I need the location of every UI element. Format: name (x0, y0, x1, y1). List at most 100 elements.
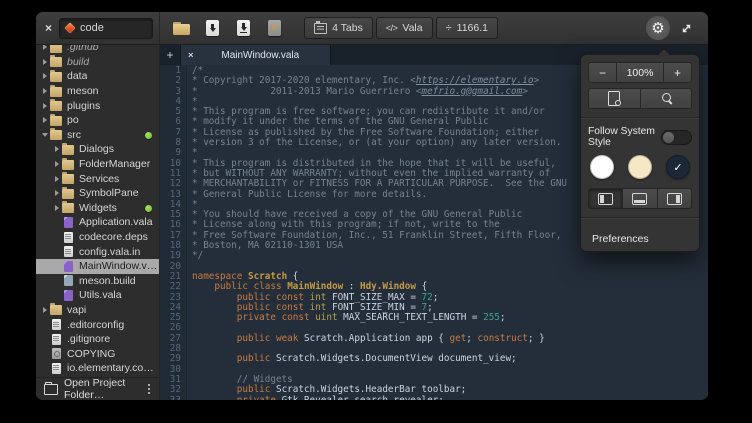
open-file-button[interactable] (168, 15, 195, 41)
sidebar-menu-button[interactable] (142, 382, 156, 395)
popover-separator (581, 117, 699, 119)
settings-menu-button[interactable]: ⚙ (646, 16, 670, 40)
style-sepia-circle[interactable] (628, 155, 652, 179)
style-dark-circle[interactable]: ✓ (666, 155, 690, 179)
tree-item-FolderManager[interactable]: FolderManager (36, 157, 159, 172)
tree-item-MainWindow.vala[interactable]: MainWindow.vala (36, 259, 159, 274)
line-column-button[interactable]: ÷ 1166.1 (436, 17, 498, 39)
expander-icon[interactable] (52, 176, 62, 182)
fullscreen-button[interactable] (674, 16, 698, 40)
code-line[interactable]: */ (192, 251, 708, 261)
layout-panel-bottom-button[interactable] (623, 188, 657, 209)
tree-item-Dialogs[interactable]: Dialogs (36, 142, 159, 157)
project-diamond-icon (64, 22, 75, 33)
tree-item-label: MainWindow.vala (79, 260, 159, 272)
revert-button[interactable]: ↩ (261, 15, 288, 41)
expander-icon[interactable] (40, 73, 50, 79)
follow-system-toggle[interactable] (661, 130, 692, 145)
tree-item-codecore.deps[interactable]: codecore.deps (36, 230, 159, 245)
expander-icon[interactable] (40, 45, 50, 50)
expander-icon[interactable] (40, 88, 50, 94)
tree-item-label: src (67, 129, 81, 141)
tree-item-data[interactable]: data (36, 69, 159, 84)
save-icon (206, 20, 219, 36)
toggle-knob (663, 132, 674, 143)
tree-item-Services[interactable]: Services (36, 171, 159, 186)
tree-item-Utils.vala[interactable]: Utils.vala (36, 288, 159, 303)
style-light-circle[interactable] (590, 155, 614, 179)
zoom-in-button[interactable]: + (663, 62, 692, 83)
tree-item-io.elementary.code.yml[interactable]: io.elementary.code.yml (36, 361, 159, 376)
tree-item-COPYING[interactable]: COPYING (36, 346, 159, 361)
open-project-folder-button[interactable]: Open Project Folder… (64, 377, 136, 400)
expander-icon[interactable] (52, 161, 62, 167)
expander-icon[interactable] (40, 117, 50, 123)
sidebar-bottom-bar: Open Project Folder… (36, 377, 159, 400)
expander-icon[interactable] (40, 103, 50, 109)
tree-item-label: meson.build (79, 275, 136, 287)
preferences-menu-item[interactable]: Preferences (581, 226, 699, 251)
window-close-button[interactable]: × (45, 22, 52, 34)
tree-item-vapi[interactable]: vapi (36, 303, 159, 318)
save-as-button[interactable] (230, 15, 257, 41)
code-line[interactable]: private Gtk.Revealer search_revealer; (192, 396, 708, 401)
tree-item-.github[interactable]: .github (36, 45, 159, 55)
zoom-level-button[interactable]: 100% (617, 62, 663, 83)
tree-item-label: .github (67, 45, 99, 53)
expander-icon[interactable] (52, 205, 62, 211)
tree-item-label: FolderManager (79, 158, 150, 170)
zoom-controls: − 100% + (588, 62, 692, 83)
folder-icon (50, 116, 62, 126)
expander-icon[interactable] (40, 307, 50, 313)
text-file-icon (52, 319, 61, 330)
tab-mainwindow-vala[interactable]: × MainWindow.vala (181, 45, 331, 65)
expander-icon[interactable] (40, 133, 50, 137)
style-switcher: ✓ (588, 155, 692, 179)
code-line[interactable]: public Scratch.Widgets.DocumentView docu… (192, 354, 708, 364)
tab-close-icon[interactable]: × (188, 50, 194, 61)
tree-item-Widgets[interactable]: Widgets (36, 201, 159, 216)
find-replace-button[interactable] (588, 88, 640, 109)
language-button-label: Vala (402, 22, 422, 34)
tree-item-SymbolPane[interactable]: SymbolPane (36, 186, 159, 201)
tree-item-label: config.vala.in (79, 246, 140, 258)
folder-icon (50, 87, 62, 97)
code-line[interactable]: public weak Scratch.Application app { ge… (192, 334, 708, 344)
tree-item-po[interactable]: po (36, 113, 159, 128)
tree-item-plugins[interactable]: plugins (36, 98, 159, 113)
expander-icon[interactable] (52, 190, 62, 196)
tabs-button-label: 4 Tabs (332, 22, 363, 34)
tree-item-label: meson (67, 85, 99, 97)
file-tree: .github builddatamesonpluginsposrcDialogs… (36, 45, 159, 377)
line-position-icon: ÷ (446, 23, 452, 34)
app-window: × code ↩ 4 Tabs (36, 12, 708, 400)
tree-item-config.vala.in[interactable]: config.vala.in (36, 244, 159, 259)
layout-sidebar-right-button[interactable] (658, 188, 692, 209)
tabs-overview-button[interactable]: 4 Tabs (304, 17, 373, 39)
tree-item-.gitignore[interactable]: .gitignore (36, 332, 159, 347)
vala-file-icon (64, 217, 73, 228)
tree-item-label: COPYING (67, 348, 115, 360)
save-button[interactable] (199, 15, 226, 41)
new-tab-button[interactable]: + (160, 45, 181, 65)
layout-sidebar-left-button[interactable] (588, 188, 623, 209)
tree-item-Application.vala[interactable]: Application.vala (36, 215, 159, 230)
editor-status-buttons: 4 Tabs </> Vala ÷ 1166.1 (304, 17, 498, 39)
zoom-out-button[interactable]: − (588, 62, 617, 83)
tree-item-src[interactable]: src (36, 128, 159, 143)
project-chip[interactable]: code (59, 18, 153, 39)
folder-icon (50, 101, 62, 111)
copying-file-icon (52, 348, 61, 359)
tree-item-meson[interactable]: meson (36, 84, 159, 99)
tree-item-.editorconfig[interactable]: .editorconfig (36, 317, 159, 332)
expander-icon[interactable] (52, 146, 62, 152)
tree-item-label: Services (79, 173, 119, 185)
language-button[interactable]: </> Vala (376, 17, 433, 39)
find-button[interactable] (640, 88, 693, 109)
folder-icon (50, 57, 62, 67)
tree-item-meson.build[interactable]: meson.build (36, 274, 159, 289)
tree-item-build[interactable]: build (36, 55, 159, 70)
project-chip-label: code (80, 22, 104, 34)
code-line[interactable]: private const uint MAX_SEARCH_TEXT_LENGT… (192, 313, 708, 323)
expander-icon[interactable] (40, 59, 50, 65)
